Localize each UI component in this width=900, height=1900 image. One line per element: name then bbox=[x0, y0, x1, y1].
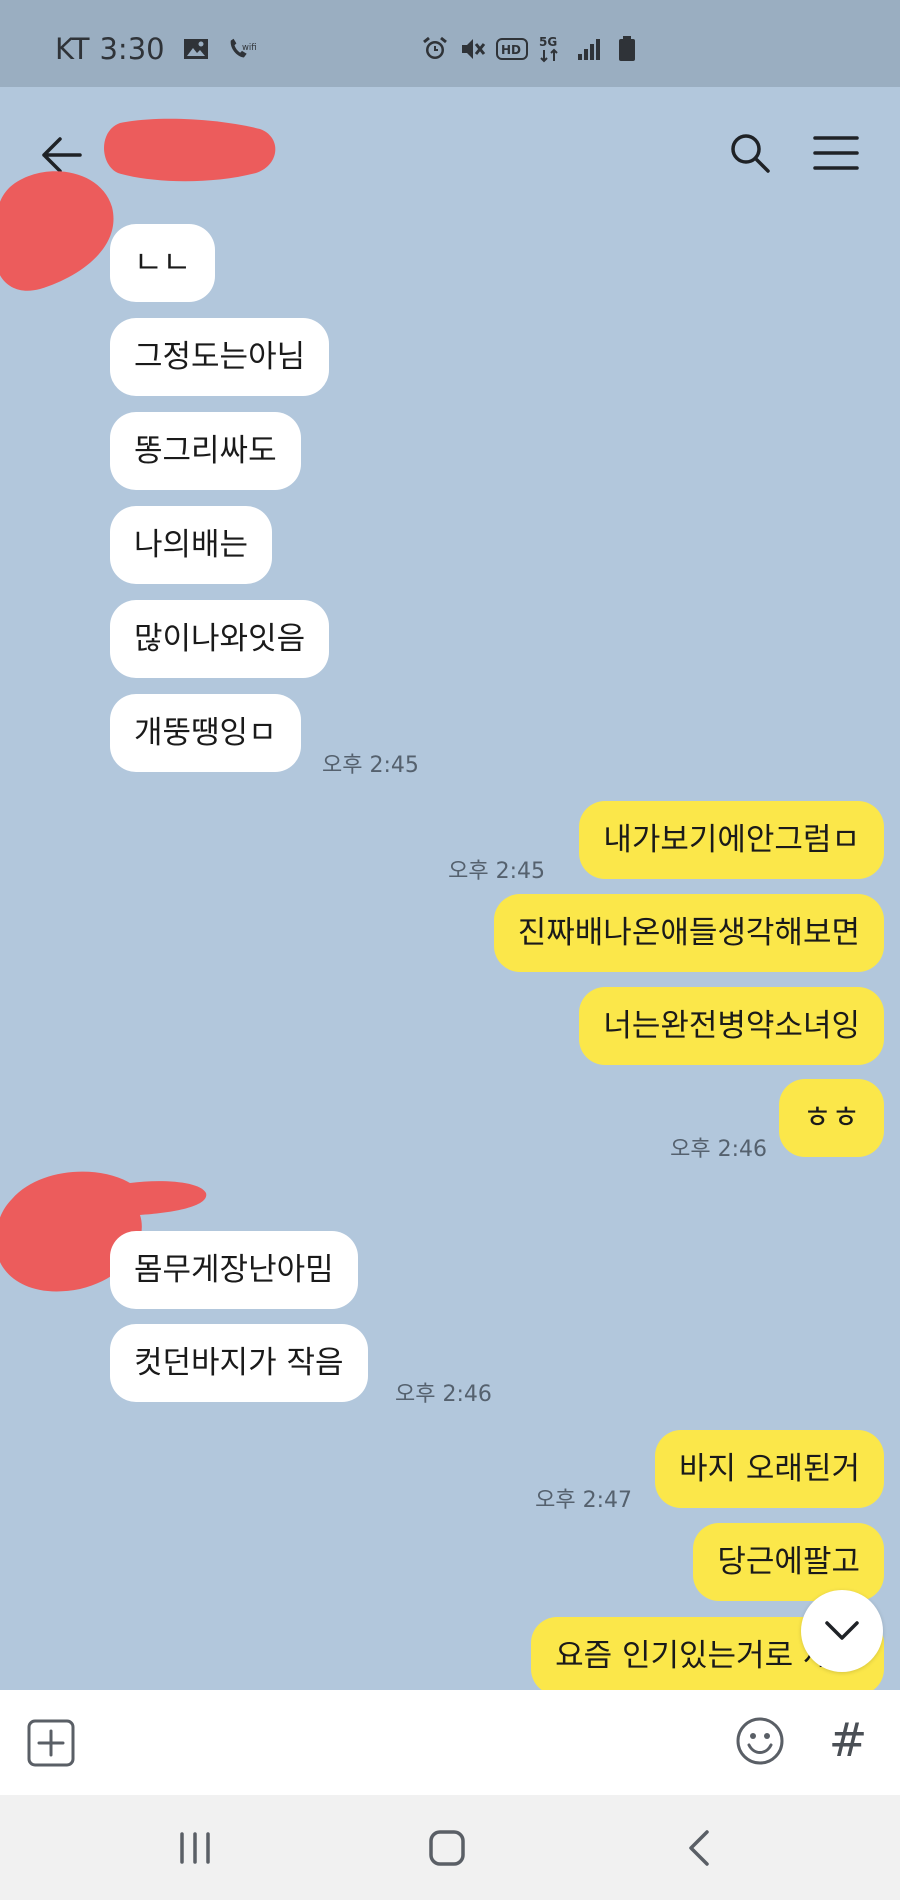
message-bubble-outgoing[interactable]: 너는완전병약소녀잉 bbox=[579, 987, 884, 1065]
5g-icon: 5G bbox=[536, 35, 566, 63]
alarm-icon bbox=[420, 36, 450, 62]
nav-back-button[interactable] bbox=[669, 1823, 729, 1873]
status-left: KT 3:30 wifi bbox=[55, 32, 257, 66]
message-timestamp: 오후 2:45 bbox=[322, 753, 419, 778]
emoji-icon bbox=[736, 1717, 784, 1765]
message-bubble-incoming[interactable]: 컷던바지가 작음 bbox=[110, 1324, 368, 1402]
message-bubble-incoming[interactable]: 나의배는 bbox=[110, 506, 273, 584]
status-bar: KT 3:30 wifi HD 5G bbox=[0, 0, 900, 87]
clock: 3:30 bbox=[99, 32, 165, 66]
system-nav-bar bbox=[0, 1795, 900, 1900]
carrier-label: KT bbox=[55, 32, 90, 66]
search-icon bbox=[731, 134, 770, 173]
message-timestamp: 오후 2:45 bbox=[448, 859, 545, 884]
mute-icon bbox=[458, 36, 488, 62]
hd-icon: HD bbox=[496, 36, 528, 62]
message-bubble-incoming[interactable]: 많이나와잇음 bbox=[110, 600, 330, 678]
avatar-redacted[interactable] bbox=[0, 167, 118, 295]
message-timestamp: 오후 2:47 bbox=[535, 1488, 632, 1513]
status-right: HD 5G bbox=[420, 35, 642, 63]
recent-apps-button[interactable] bbox=[165, 1823, 225, 1873]
message-bubble-incoming[interactable]: 똥그리싸도 bbox=[110, 412, 301, 490]
hash-icon[interactable]: # bbox=[822, 1710, 874, 1770]
signal-icon bbox=[574, 36, 604, 62]
svg-text:wifi: wifi bbox=[242, 42, 257, 52]
message-timestamp: 오후 2:46 bbox=[395, 1382, 492, 1407]
message-bubble-outgoing[interactable]: 바지 오래된거 bbox=[655, 1430, 884, 1508]
message-timestamp: 오후 2:46 bbox=[670, 1137, 767, 1162]
message-input-bar: # bbox=[0, 1690, 900, 1795]
menu-button[interactable] bbox=[808, 125, 864, 181]
battery-icon bbox=[612, 36, 642, 62]
plus-icon bbox=[27, 1719, 75, 1767]
image-icon bbox=[181, 36, 211, 62]
message-bubble-incoming[interactable]: 몸무게장난아밈 bbox=[110, 1231, 358, 1309]
home-button[interactable] bbox=[417, 1823, 477, 1873]
back-icon bbox=[689, 1830, 709, 1866]
message-bubble-incoming[interactable]: 개뚱땡잉ㅁ bbox=[110, 694, 301, 772]
home-icon bbox=[429, 1830, 465, 1866]
chatroom-name-redacted bbox=[104, 118, 276, 182]
menu-icon bbox=[813, 136, 859, 170]
message-bubble-outgoing[interactable]: 진짜배나온애들생각해보면 bbox=[493, 894, 884, 972]
message-bubble-incoming[interactable]: 그정도는아님 bbox=[110, 318, 330, 396]
wifi-call-icon: wifi bbox=[227, 36, 257, 62]
message-bubble-incoming[interactable]: ㄴㄴ bbox=[110, 224, 216, 302]
chat-area[interactable]: ㄴㄴ 그정도는아님 똥그리싸도 나의배는 많이나와잇음 개뚱땡잉ㅁ 오후 2:4… bbox=[0, 87, 900, 1690]
scroll-to-bottom-button[interactable] bbox=[801, 1590, 883, 1672]
svg-text:HD: HD bbox=[501, 43, 521, 57]
message-bubble-outgoing[interactable]: 내가보기에안그럼ㅁ bbox=[579, 801, 884, 879]
svg-text:5G: 5G bbox=[539, 35, 557, 49]
attach-button[interactable] bbox=[26, 1718, 76, 1768]
emoji-button[interactable] bbox=[734, 1715, 786, 1767]
chevron-down-icon bbox=[825, 1621, 859, 1640]
recent-apps-icon bbox=[180, 1832, 210, 1864]
message-bubble-outgoing[interactable]: 당근에팔고 bbox=[693, 1523, 884, 1601]
search-button[interactable] bbox=[722, 125, 778, 181]
message-bubble-outgoing[interactable]: ㅎㅎ bbox=[778, 1079, 884, 1157]
